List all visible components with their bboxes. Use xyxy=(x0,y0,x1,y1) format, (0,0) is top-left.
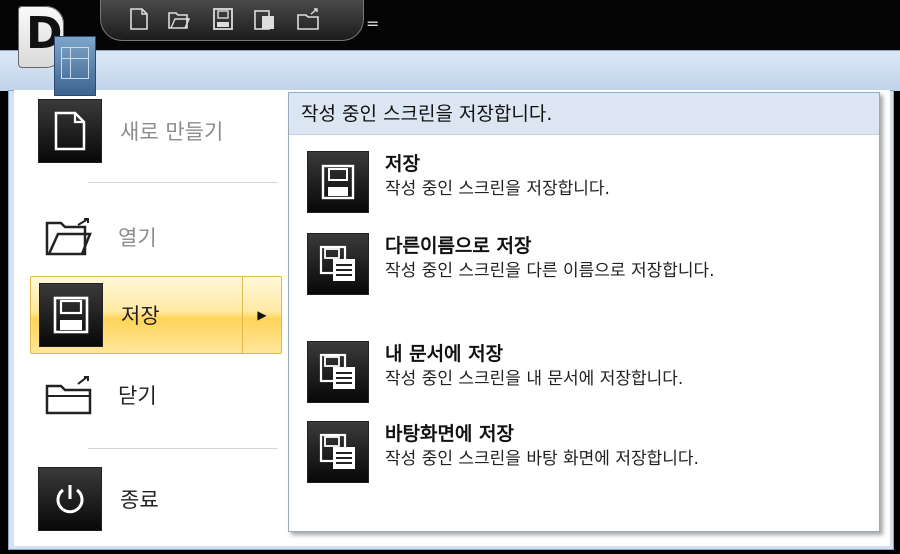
save-icon xyxy=(321,164,355,200)
qat-new-button[interactable] xyxy=(125,4,153,34)
close-icon xyxy=(297,8,319,30)
qat-save-button[interactable] xyxy=(209,4,237,34)
qat-close-button[interactable] xyxy=(295,4,323,34)
submenu-item-title: 바탕화면에 저장 xyxy=(385,423,514,445)
qat-open-button[interactable] xyxy=(165,4,193,34)
menu-item-label: 저장 xyxy=(121,304,160,328)
menu-item-save[interactable]: 저장 ▶ xyxy=(30,276,282,354)
open-icon xyxy=(168,12,190,29)
menu-item-label: 종료 xyxy=(120,488,159,512)
submenu-item-description: 작성 중인 스크린을 바탕 화면에 저장합니다. xyxy=(385,449,699,469)
submenu-item-description: 작성 중인 스크린을 저장합니다. xyxy=(385,179,610,199)
menu-item-label: 새로 만들기 xyxy=(120,120,224,144)
submenu-item-title: 저장 xyxy=(385,153,420,175)
menu-separator xyxy=(88,182,278,183)
qat-paste-button[interactable] xyxy=(251,4,279,34)
menu-item-label: 닫기 xyxy=(118,384,157,408)
menu-item-new[interactable]: 새로 만들기 xyxy=(30,92,282,170)
save-as-icon xyxy=(319,433,355,469)
submenu-arrow-icon: ▶ xyxy=(242,277,281,353)
new-document-icon xyxy=(54,111,86,151)
new-icon xyxy=(130,8,148,30)
quick-access-toolbar xyxy=(100,0,364,41)
menu-item-open[interactable]: 열기 xyxy=(30,198,282,276)
save-as-icon xyxy=(319,245,355,281)
submenu-header: 작성 중인 스크린을 저장합니다. xyxy=(289,93,879,135)
submenu-item-description: 작성 중인 스크린을 내 문서에 저장합니다. xyxy=(385,369,684,389)
qat-customize-dropdown[interactable]: = xyxy=(366,14,379,33)
submenu-item-description: 작성 중인 스크린을 다른 이름으로 저장합니다. xyxy=(385,261,715,281)
menu-item-label: 열기 xyxy=(118,226,157,250)
menu-item-exit[interactable]: 종료 xyxy=(30,460,282,538)
paste-icon xyxy=(254,10,274,30)
save-as-icon xyxy=(319,353,355,389)
power-icon xyxy=(56,485,84,514)
save-submenu: 작성 중인 스크린을 저장합니다. 저장 작성 중인 스크린을 저장합니다. 다… xyxy=(288,92,880,532)
submenu-item-title: 다른이름으로 저장 xyxy=(385,235,532,257)
submenu-item-title: 내 문서에 저장 xyxy=(385,343,504,365)
close-folder-icon xyxy=(45,376,92,415)
open-folder-icon xyxy=(45,218,92,256)
save-icon xyxy=(53,296,89,334)
menu-item-close[interactable]: 닫기 xyxy=(30,356,282,434)
ribbon-strip xyxy=(0,50,900,91)
application-menu-button[interactable]: D xyxy=(14,6,98,96)
save-icon xyxy=(213,8,233,30)
app-logo-badge xyxy=(54,36,96,96)
menu-separator xyxy=(88,448,278,449)
